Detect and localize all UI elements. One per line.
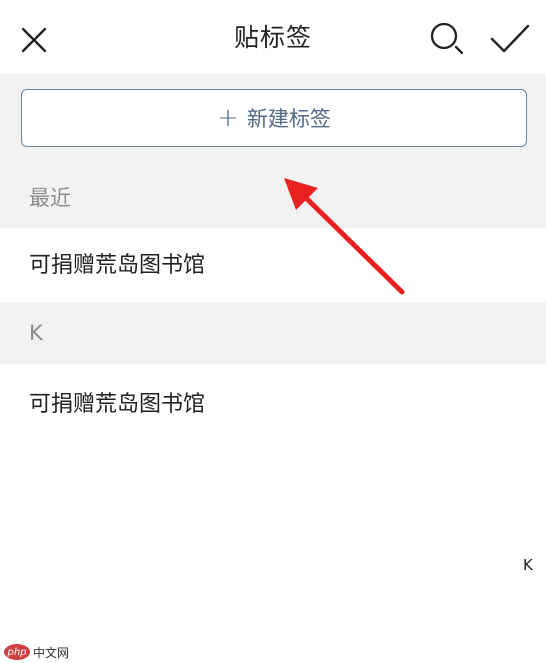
top-bar: 贴标签 bbox=[0, 0, 546, 74]
confirm-button[interactable] bbox=[486, 20, 534, 58]
index-bar-letter-k[interactable]: K bbox=[523, 556, 533, 574]
section-header-recent: 最近 bbox=[0, 174, 546, 228]
search-button[interactable] bbox=[426, 18, 470, 58]
plus-icon: + bbox=[217, 103, 239, 133]
new-tag-area: + 新建标签 bbox=[0, 74, 546, 174]
tag-label: 可捐赠荒岛图书馆 bbox=[29, 392, 206, 417]
watermark: php 中文网 bbox=[4, 642, 69, 662]
checkmark-icon bbox=[490, 24, 530, 53]
section-header-k: K bbox=[0, 302, 546, 364]
new-tag-button[interactable]: + 新建标签 bbox=[21, 89, 527, 147]
search-icon bbox=[430, 22, 464, 55]
watermark-logo: php bbox=[4, 644, 30, 660]
list-item-k[interactable]: 可捐赠荒岛图书馆 bbox=[0, 364, 546, 444]
new-tag-label: 新建标签 bbox=[246, 107, 331, 131]
watermark-text: 中文网 bbox=[33, 645, 70, 660]
list-item-recent[interactable]: 可捐赠荒岛图书馆 bbox=[0, 228, 546, 302]
tag-label: 可捐赠荒岛图书馆 bbox=[29, 253, 206, 278]
